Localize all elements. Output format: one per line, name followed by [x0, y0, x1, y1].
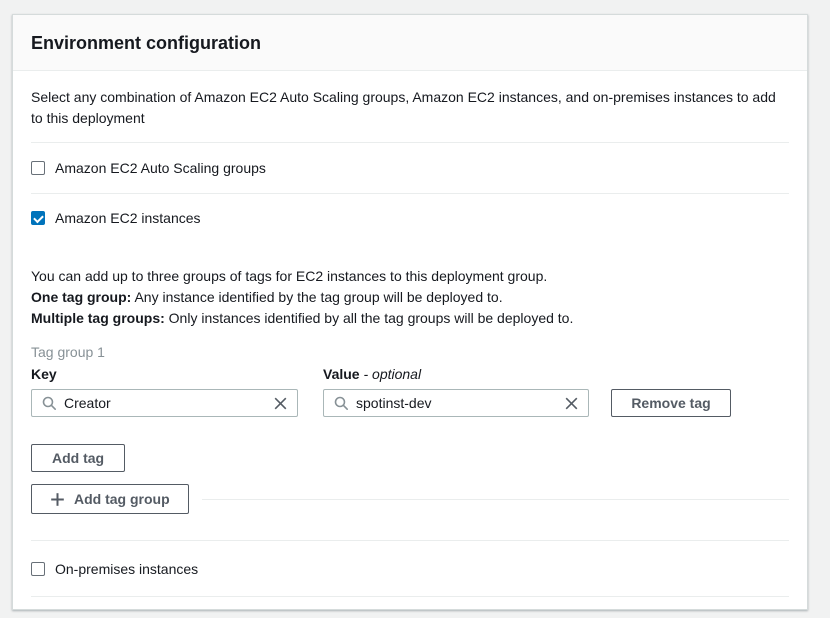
optional-suffix: - optional: [363, 366, 421, 382]
tag-group-title: Tag group 1: [31, 343, 789, 361]
help-line-2: One tag group: Any instance identified b…: [31, 287, 789, 308]
value-search-box: [323, 389, 589, 417]
ec2-instances-label[interactable]: Amazon EC2 instances: [55, 210, 201, 226]
tag-group-help-text: You can add up to three groups of tags f…: [31, 266, 789, 329]
value-label: Value - optional: [323, 366, 589, 383]
plus-icon: [50, 492, 65, 507]
help-line-3: Multiple tag groups: Only instances iden…: [31, 308, 789, 329]
environment-configuration-panel: Environment configuration Select any com…: [12, 14, 808, 610]
search-icon: [333, 395, 349, 411]
clear-key-icon[interactable]: [267, 396, 288, 411]
on-premises-checkbox[interactable]: [31, 562, 45, 576]
checkbox-row-ec2-instances: Amazon EC2 instances: [31, 194, 789, 226]
tag-inputs-row: Remove tag: [31, 389, 789, 417]
value-input[interactable]: [356, 395, 558, 411]
add-tag-group-row: Add tag group: [31, 484, 789, 514]
add-tag-row: Add tag: [31, 444, 789, 472]
on-premises-label[interactable]: On-premises instances: [55, 561, 198, 577]
remove-tag-button[interactable]: Remove tag: [611, 389, 731, 417]
panel-header: Environment configuration: [13, 15, 807, 71]
divider: [202, 499, 789, 500]
panel-body: Select any combination of Amazon EC2 Aut…: [13, 87, 807, 597]
key-search-box: [31, 389, 298, 417]
auto-scaling-groups-checkbox[interactable]: [31, 161, 45, 175]
checkbox-row-auto-scaling-groups: Amazon EC2 Auto Scaling groups: [31, 143, 789, 193]
search-icon: [41, 395, 57, 411]
field-labels-row: Key Value - optional: [31, 366, 789, 383]
checkbox-row-on-premises: On-premises instances: [31, 541, 789, 596]
divider: [31, 596, 789, 597]
add-tag-group-label: Add tag group: [74, 486, 170, 512]
key-input[interactable]: [64, 395, 267, 411]
add-tag-group-button[interactable]: Add tag group: [31, 484, 189, 514]
key-label: Key: [31, 366, 298, 383]
help-line-1: You can add up to three groups of tags f…: [31, 266, 789, 287]
ec2-instances-checkbox[interactable]: [31, 211, 45, 225]
intro-text: Select any combination of Amazon EC2 Aut…: [31, 87, 789, 129]
clear-value-icon[interactable]: [558, 396, 579, 411]
panel-title: Environment configuration: [31, 32, 789, 55]
auto-scaling-groups-label[interactable]: Amazon EC2 Auto Scaling groups: [55, 160, 266, 176]
add-tag-button[interactable]: Add tag: [31, 444, 125, 472]
